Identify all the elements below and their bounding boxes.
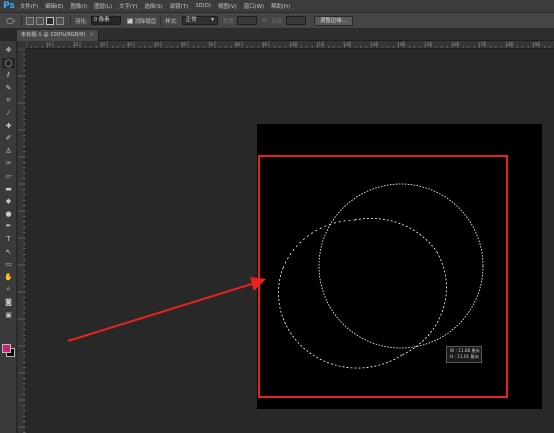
- ruler-tick-label: 10: [46, 42, 52, 47]
- path-selection-tool-icon[interactable]: ↖: [2, 247, 15, 257]
- foreground-color-swatch[interactable]: [2, 344, 11, 353]
- type-tool-icon[interactable]: T: [2, 234, 15, 244]
- width-input[interactable]: [237, 16, 258, 25]
- menu-edit[interactable]: 编辑(E): [45, 2, 63, 10]
- ruler-ticks: 10 20 30 40 50 60 70 80 90 100 110 120 130 140 150 160 1…: [26, 41, 551, 48]
- ruler-tick-label: 110: [316, 42, 324, 47]
- separator: [70, 15, 71, 26]
- crop-tool-icon[interactable]: ⌗: [2, 95, 15, 105]
- feather-input[interactable]: 0 像素: [90, 16, 121, 25]
- hand-tool-icon[interactable]: ✋: [2, 272, 15, 282]
- screen-mode-icon[interactable]: ▣: [2, 310, 15, 320]
- ruler-tick-label: 140: [397, 42, 405, 47]
- ellipse-marquee-icon: [6, 17, 16, 24]
- selection-height: H : 11.01 厘米: [450, 354, 479, 359]
- photoshop-logo-icon: Ps: [3, 1, 15, 11]
- tools-panel: ✥ ◯ ℓ ✎ ⌗ ⁄ ✚ ✐ ♙ ✑ ▱ ▬ ◆ ● ✒ T ↖ ▭ ✋ ⌕ ◙ ▣: [0, 41, 17, 433]
- menu-file[interactable]: 文件(F): [20, 2, 38, 10]
- separator: [21, 15, 22, 26]
- width-label: 宽度:: [222, 18, 236, 25]
- brush-tool-icon[interactable]: ✐: [2, 133, 15, 143]
- document-tab-bar: 未标题-1 @ 100%(RGB/8) ×: [17, 29, 554, 41]
- clone-stamp-tool-icon[interactable]: ♙: [2, 146, 15, 156]
- ruler-tick-label: 60: [181, 42, 187, 47]
- feather-label: 羽化:: [75, 18, 88, 25]
- close-icon[interactable]: ×: [89, 32, 93, 38]
- ruler-tick-label: 30: [100, 42, 106, 47]
- menu-select[interactable]: 选择(S): [144, 2, 162, 10]
- vertical-ruler[interactable]: [18, 48, 26, 433]
- ruler-tick-label: 160: [451, 42, 459, 47]
- tool-preset-picker[interactable]: [5, 16, 17, 26]
- intersect-selection-button[interactable]: [56, 16, 64, 25]
- add-to-selection-button[interactable]: [36, 16, 44, 25]
- style-select[interactable]: 正常 ▾: [181, 16, 218, 25]
- elliptical-marquee-tool-icon[interactable]: ◯: [2, 57, 15, 68]
- ruler-tick-label: 150: [424, 42, 432, 47]
- ruler-tick-label: 120: [343, 42, 351, 47]
- ruler-tick-label: 20: [73, 42, 79, 47]
- menu-view[interactable]: 视图(V): [218, 2, 237, 10]
- ruler-tick-label: 190: [532, 42, 540, 47]
- eraser-tool-icon[interactable]: ▱: [2, 171, 15, 181]
- dodge-tool-icon[interactable]: ●: [2, 209, 15, 219]
- menu-window[interactable]: 窗口(W): [244, 2, 264, 10]
- quick-selection-tool-icon[interactable]: ✎: [2, 83, 15, 93]
- height-input[interactable]: [286, 16, 307, 25]
- height-label: 高度:: [271, 18, 285, 25]
- menu-type[interactable]: 文字(Y): [119, 2, 137, 10]
- menu-filter[interactable]: 滤镜(T): [170, 2, 188, 10]
- antialias-label: 消除锯齿: [134, 18, 157, 25]
- document-tab-title: 未标题-1 @ 100%(RGB/8): [21, 32, 86, 38]
- ruler-tick-label: 130: [370, 42, 378, 47]
- eyedropper-tool-icon[interactable]: ⁄: [2, 108, 15, 118]
- options-bar: 羽化: 0 像素 ✓ 消除锯齿 样式: 正常 ▾ 宽度: ⇄ 高度: 调整边缘.…: [0, 13, 554, 29]
- horizontal-ruler[interactable]: 10 20 30 40 50 60 70 80 90 100 110 120 130 140 150 160 1…: [26, 41, 554, 49]
- vertical-ruler-ticks: [18, 48, 26, 433]
- chevron-down-icon: ▾: [211, 17, 214, 23]
- menu-help[interactable]: 帮助(H): [271, 2, 290, 10]
- gradient-tool-icon[interactable]: ▬: [2, 184, 15, 194]
- pen-tool-icon[interactable]: ✒: [2, 221, 15, 231]
- blur-tool-icon[interactable]: ◆: [2, 196, 15, 206]
- selection-size-readout: W : 11.68 厘米 H : 11.01 厘米: [446, 346, 482, 363]
- healing-brush-tool-icon[interactable]: ✚: [2, 121, 15, 131]
- menu-3d[interactable]: 3D(D): [195, 3, 211, 9]
- ruler-tick-label: 80: [235, 42, 241, 47]
- move-tool-icon[interactable]: ✥: [2, 45, 15, 55]
- ruler-tick-label: 50: [154, 42, 160, 47]
- rectangle-tool-icon[interactable]: ▭: [2, 259, 15, 269]
- ruler-tick-label: 100: [289, 42, 297, 47]
- menu-image[interactable]: 图像(I): [71, 2, 88, 10]
- document-canvas[interactable]: [257, 124, 542, 409]
- menu-bar: Ps 文件(F) 编辑(E) 图像(I) 图层(L) 文字(Y) 选择(S) 滤…: [0, 0, 554, 13]
- separator: [160, 15, 162, 26]
- document-tab[interactable]: 未标题-1 @ 100%(RGB/8) ×: [17, 30, 99, 41]
- ruler-tick-label: 180: [505, 42, 513, 47]
- quick-mask-icon[interactable]: ◙: [2, 297, 15, 307]
- ruler-tick-label: 70: [208, 42, 214, 47]
- antialias-checkbox[interactable]: ✓: [126, 17, 133, 24]
- ruler-tick-label: 170: [478, 42, 486, 47]
- history-brush-tool-icon[interactable]: ✑: [2, 158, 15, 168]
- style-label: 样式:: [165, 18, 178, 25]
- zoom-tool-icon[interactable]: ⌕: [2, 284, 15, 294]
- ruler-tick-label: 40: [127, 42, 133, 47]
- swap-dimensions-icon[interactable]: ⇄: [259, 16, 269, 26]
- new-selection-button[interactable]: [26, 16, 34, 25]
- subtract-from-selection-button[interactable]: [46, 16, 54, 25]
- lasso-tool-icon[interactable]: ℓ: [2, 70, 15, 80]
- menu-layer[interactable]: 图层(L): [94, 2, 112, 10]
- refine-edge-button[interactable]: 调整边缘...: [314, 15, 353, 26]
- style-value: 正常: [185, 17, 197, 23]
- ruler-origin[interactable]: [18, 41, 26, 49]
- ruler-tick-label: 90: [262, 42, 268, 47]
